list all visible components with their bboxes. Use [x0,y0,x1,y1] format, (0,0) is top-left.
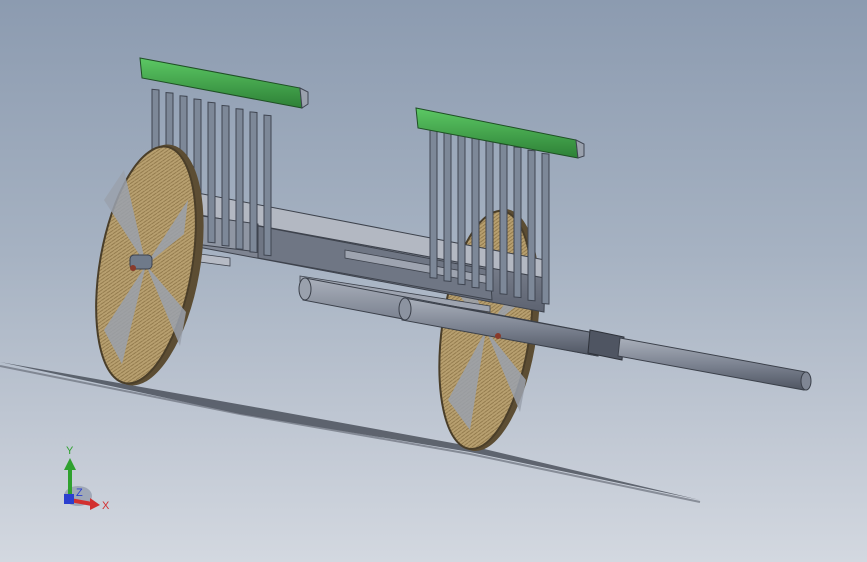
coordinate-triad: Y X Z [64,445,110,512]
z-axis-arrow-icon [64,494,74,504]
x-axis-label: X [102,500,110,512]
model-scene[interactable] [0,0,867,562]
draw-shaft[interactable] [298,277,812,391]
graphics-viewport[interactable]: Y X Z [0,0,867,562]
front-axle-spindle[interactable] [129,254,153,271]
y-axis-label: Y [66,445,74,457]
z-axis-label: Z [76,487,83,499]
